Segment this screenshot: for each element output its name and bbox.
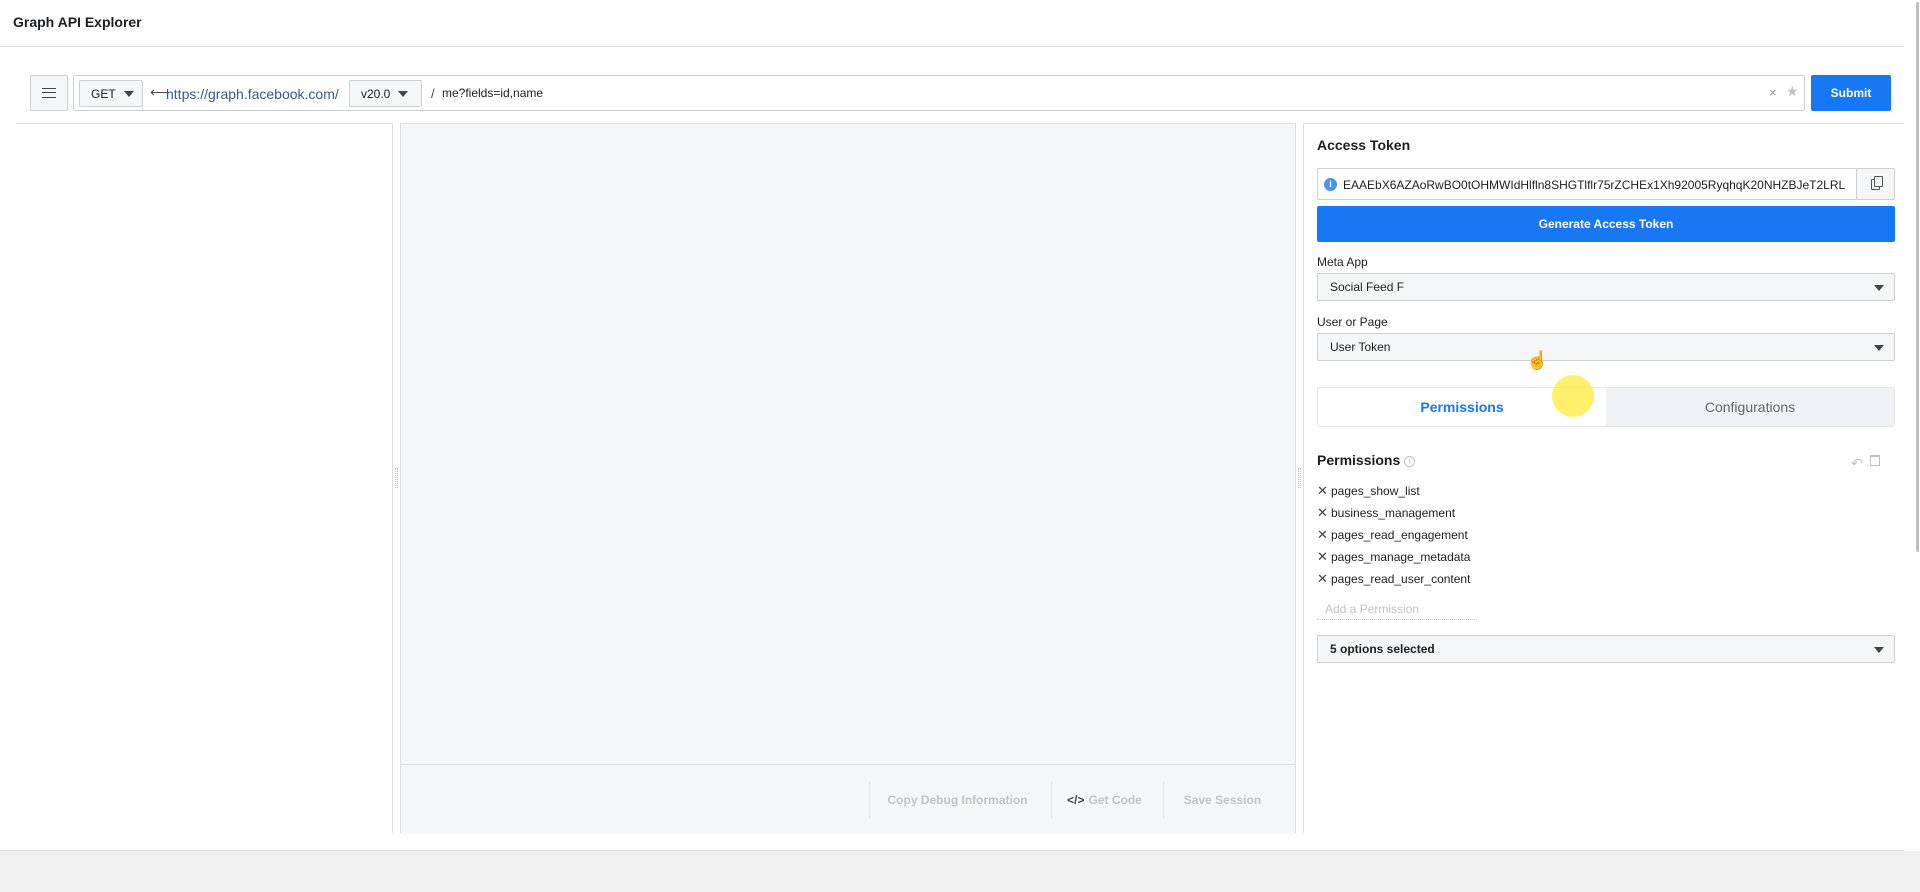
undo-icon[interactable]: ↶ <box>1851 455 1863 472</box>
save-session-button[interactable]: Save Session <box>1163 782 1281 818</box>
access-token-value[interactable]: EAAEbX6AZAoRwBO0tOHMWIdHlfln8SHGTlflr75r… <box>1343 178 1858 192</box>
path-separator: / <box>431 86 435 101</box>
copy-icon-back <box>1874 176 1883 187</box>
code-icon: </> <box>1067 793 1085 807</box>
access-token-field[interactable]: i EAAEbX6AZAoRwBO0tOHMWIdHlfln8SHGTlflr7… <box>1317 168 1895 200</box>
scrollbar-thumb[interactable] <box>1916 2 1919 552</box>
copy-token-button[interactable] <box>1856 169 1894 199</box>
cursor-highlight <box>1552 375 1594 417</box>
hand-cursor-icon: ☝ <box>1526 350 1549 370</box>
user-page-select[interactable]: User Token <box>1317 333 1895 361</box>
meta-app-label: Meta App <box>1317 255 1368 269</box>
permissions-select[interactable]: 5 options selected <box>1317 635 1895 663</box>
splitter-grip-icon <box>395 468 398 488</box>
caret-down-icon <box>398 90 409 97</box>
list-item: ✕ business_management <box>1317 502 1470 524</box>
permission-list: ✕ pages_show_list ✕ business_management ✕ p… <box>1317 480 1470 590</box>
token-panel: Access Token i EAAEbX6AZAoRwBO0tOHMWIdHl… <box>1304 123 1904 833</box>
response-panel: Copy Debug Information </> Get Code Save … <box>401 123 1296 834</box>
permissions-heading: Permissions i <box>1317 452 1416 468</box>
permission-name: business_management <box>1331 506 1456 520</box>
method-value: GET <box>91 86 116 101</box>
access-token-heading: Access Token <box>1317 137 1411 153</box>
generate-token-button[interactable]: Generate Access Token <box>1317 206 1895 242</box>
left-splitter[interactable] <box>393 123 401 833</box>
submit-button[interactable]: Submit <box>1811 75 1891 111</box>
permission-name: pages_show_list <box>1331 484 1420 498</box>
user-page-value: User Token <box>1330 340 1391 354</box>
tab-bar: Permissions Configurations <box>1317 387 1895 427</box>
permission-name: pages_manage_metadata <box>1331 550 1471 564</box>
url-box: GET ⟵ https://graph.facebook.com/ v20.0 … <box>73 75 1805 111</box>
permission-name: pages_read_engagement <box>1331 528 1468 542</box>
list-item: ✕ pages_read_user_content <box>1317 568 1470 590</box>
field-explorer-panel <box>16 123 393 833</box>
version-value: v20.0 <box>361 86 391 101</box>
clear-icon[interactable]: × <box>1769 85 1777 100</box>
remove-icon[interactable]: ✕ <box>1317 505 1328 521</box>
top-bar: Graph API Explorer <box>0 0 1920 47</box>
info-icon: i <box>1324 178 1337 191</box>
get-code-label: Get Code <box>1088 793 1142 807</box>
remove-icon[interactable]: ✕ <box>1317 483 1328 499</box>
user-page-label: User or Page <box>1317 315 1388 329</box>
response-footer <box>401 764 1295 834</box>
right-splitter[interactable] <box>1296 123 1304 833</box>
meta-app-select[interactable]: Social Feed F <box>1317 273 1895 301</box>
caret-down-icon <box>1874 647 1884 653</box>
list-item: ✕ pages_read_engagement <box>1317 524 1470 546</box>
info-icon: i <box>1404 456 1416 467</box>
hamburger-icon <box>42 88 56 98</box>
get-code-button[interactable]: </> Get Code <box>1051 782 1157 818</box>
remove-icon[interactable]: ✕ <box>1317 571 1328 587</box>
star-icon[interactable]: ★ <box>1786 83 1799 100</box>
caret-down-icon <box>1874 345 1884 351</box>
version-select[interactable]: v20.0 <box>349 80 422 107</box>
permission-name: pages_read_user_content <box>1331 572 1471 586</box>
method-select[interactable]: GET <box>79 80 143 107</box>
caret-down-icon <box>123 90 134 97</box>
menu-button[interactable] <box>30 75 68 111</box>
list-item: ✕ pages_show_list <box>1317 480 1470 502</box>
page-title: Graph API Explorer <box>13 14 142 30</box>
permissions-select-value: 5 options selected <box>1330 642 1435 656</box>
query-bar: GET ⟵ https://graph.facebook.com/ v20.0 … <box>30 75 1805 111</box>
remove-icon[interactable]: ✕ <box>1317 549 1328 565</box>
tab-configurations[interactable]: Configurations <box>1606 388 1894 426</box>
remove-icon[interactable]: ✕ <box>1317 527 1328 543</box>
splitter-grip-icon <box>1298 468 1301 488</box>
trash-icon[interactable] <box>1870 455 1880 466</box>
base-url: https://graph.facebook.com/ <box>166 86 339 102</box>
copy-debug-button[interactable]: Copy Debug Information <box>869 782 1045 818</box>
list-item: ✕ pages_manage_metadata <box>1317 546 1470 568</box>
add-permission-input[interactable] <box>1317 598 1477 620</box>
meta-app-value: Social Feed F <box>1330 280 1405 294</box>
path-input[interactable] <box>442 83 1762 103</box>
caret-down-icon <box>1874 285 1884 291</box>
permissions-heading-text: Permissions <box>1317 452 1401 468</box>
